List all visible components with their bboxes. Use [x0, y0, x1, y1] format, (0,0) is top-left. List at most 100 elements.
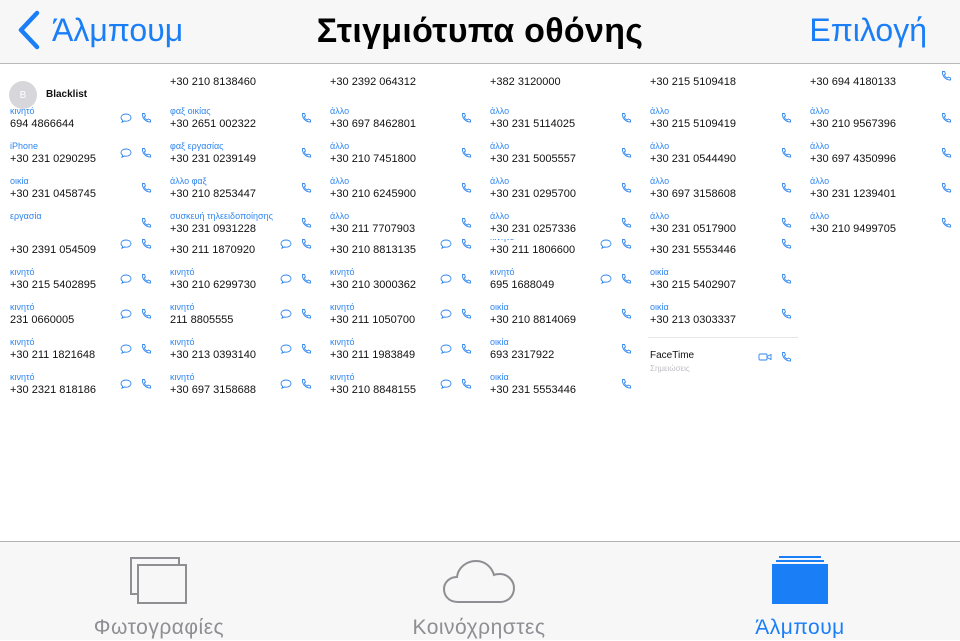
- phone-row[interactable]: κινητό 211 8805555: [168, 297, 316, 332]
- message-icon[interactable]: [440, 343, 452, 355]
- phone-row[interactable]: +30 2392 064312: [328, 65, 476, 94]
- phone-icon[interactable]: [620, 343, 632, 355]
- screenshot-thumbnail[interactable]: +30 694 4180133 άλλο +30 210 9567396 άλλο +3…: [800, 65, 960, 265]
- screenshot-thumbnail[interactable]: κινητό +30 211 1806600 κινητό 695 1688049 οι…: [480, 239, 640, 540]
- phone-row[interactable]: άλλο +30 211 7707903: [328, 206, 476, 239]
- phone-row[interactable]: κινητό 695 1688049: [488, 262, 636, 297]
- phone-icon[interactable]: [140, 112, 152, 124]
- phone-icon[interactable]: [140, 273, 152, 285]
- message-icon[interactable]: [120, 239, 132, 250]
- phone-row[interactable]: κινητό +30 211 1821648: [8, 332, 156, 367]
- phone-icon[interactable]: [460, 239, 472, 250]
- tab-albums[interactable]: Άλμπουμ: [700, 542, 900, 641]
- phone-icon[interactable]: [460, 273, 472, 285]
- phone-icon[interactable]: [300, 273, 312, 285]
- screenshot-thumbnail[interactable]: +30 210 8138460 φαξ οικίας +30 2651 002322…: [160, 65, 320, 239]
- phone-row[interactable]: άλλο +30 231 1239401: [808, 171, 956, 206]
- screenshot-thumbnail[interactable]: +30 231 5553446 οικία +30 215 5402907 οικία…: [640, 239, 800, 540]
- phone-icon[interactable]: [140, 308, 152, 320]
- message-icon[interactable]: [120, 378, 132, 390]
- phone-icon[interactable]: [300, 343, 312, 355]
- screenshot-thumbnail-column[interactable]: B Blacklist κινητό 694 4866644 iPhone +30 231…: [0, 65, 160, 540]
- message-icon[interactable]: [280, 378, 292, 390]
- phone-icon[interactable]: [780, 308, 792, 320]
- phone-row[interactable]: άλλο φαξ +30 210 8253447: [168, 171, 316, 206]
- phone-icon[interactable]: [780, 147, 792, 159]
- phone-row[interactable]: κινητό +30 211 1983849: [328, 332, 476, 367]
- phone-row[interactable]: άλλο +30 210 7451800: [328, 136, 476, 171]
- phone-icon[interactable]: [780, 217, 792, 229]
- message-icon[interactable]: [120, 343, 132, 355]
- message-icon[interactable]: [280, 343, 292, 355]
- phone-icon[interactable]: [620, 182, 632, 194]
- phone-icon[interactable]: [940, 182, 952, 194]
- phone-row[interactable]: +30 211 1870920: [168, 239, 316, 262]
- phone-icon[interactable]: [300, 147, 312, 159]
- message-icon[interactable]: [600, 239, 612, 250]
- message-icon[interactable]: [440, 378, 452, 390]
- phone-row[interactable]: +382 3120000: [488, 65, 636, 94]
- phone-row[interactable]: κινητό +30 2321 818186: [8, 367, 156, 402]
- phone-row[interactable]: +30 694 4180133: [808, 65, 956, 94]
- phone-row[interactable]: άλλο +30 231 0295700: [488, 171, 636, 206]
- phone-icon[interactable]: [620, 273, 632, 285]
- phone-icon[interactable]: [620, 112, 632, 124]
- phone-row[interactable]: άλλο +30 231 0517900: [648, 206, 796, 239]
- phone-icon[interactable]: [300, 308, 312, 320]
- phone-row[interactable]: οικία +30 213 0303337: [648, 297, 796, 332]
- phone-row[interactable]: +30 210 8138460: [168, 65, 316, 94]
- phone-row[interactable]: +30 210 8813135: [328, 239, 476, 262]
- screenshot-thumbnail[interactable]: +30 215 5109418 άλλο +30 215 5109419 άλλο +3…: [640, 65, 800, 239]
- phone-row[interactable]: άλλο +30 210 9499705: [808, 206, 956, 241]
- phone-icon[interactable]: [300, 378, 312, 390]
- phone-row[interactable]: κινητό 231 0660005: [8, 297, 156, 332]
- phone-row[interactable]: άλλο +30 231 0257336: [488, 206, 636, 239]
- message-icon[interactable]: [280, 308, 292, 320]
- phone-row[interactable]: άλλο +30 697 8462801: [328, 101, 476, 136]
- phone-icon[interactable]: [780, 239, 792, 250]
- phone-row[interactable]: οικία +30 231 5553446: [488, 367, 636, 402]
- message-icon[interactable]: [440, 308, 452, 320]
- phone-row[interactable]: εργασία: [8, 206, 156, 239]
- message-icon[interactable]: [120, 147, 132, 159]
- phone-row[interactable]: κινητό +30 211 1806600: [488, 239, 636, 262]
- phone-row[interactable]: οικία +30 210 8814069: [488, 297, 636, 332]
- phone-icon[interactable]: [620, 147, 632, 159]
- phone-icon[interactable]: [620, 308, 632, 320]
- phone-row[interactable]: άλλο +30 231 0544490: [648, 136, 796, 171]
- phone-icon[interactable]: [140, 343, 152, 355]
- phone-icon[interactable]: [460, 308, 472, 320]
- message-icon[interactable]: [440, 273, 452, 285]
- select-button[interactable]: Επιλογή: [809, 12, 927, 49]
- phone-row[interactable]: άλλο +30 215 5109419: [648, 101, 796, 136]
- phone-icon[interactable]: [620, 239, 632, 250]
- phone-row[interactable]: άλλο +30 210 6245900: [328, 171, 476, 206]
- screenshot-thumbnail[interactable]: +30 2391 054509 κινητό +30 215 5402895 κινη…: [0, 239, 160, 540]
- phone-icon[interactable]: [780, 182, 792, 194]
- screenshot-thumbnail-column[interactable]: +30 694 4180133 άλλο +30 210 9567396 άλλο +3…: [800, 65, 960, 540]
- screenshot-thumbnail[interactable]: +30 2392 064312 άλλο +30 697 8462801 άλλο +3…: [320, 65, 480, 239]
- phone-row[interactable]: κινητό +30 210 6299730: [168, 262, 316, 297]
- phone-row[interactable]: φαξ οικίας +30 2651 002322: [168, 101, 316, 136]
- message-icon[interactable]: [440, 239, 452, 250]
- phone-icon[interactable]: [300, 239, 312, 250]
- phone-icon[interactable]: [620, 378, 632, 390]
- phone-icon[interactable]: [460, 112, 472, 124]
- message-icon[interactable]: [280, 273, 292, 285]
- phone-row[interactable]: κινητό +30 697 3158688: [168, 367, 316, 402]
- phone-icon[interactable]: [620, 217, 632, 229]
- screenshot-thumbnail-column[interactable]: +30 215 5109418 άλλο +30 215 5109419 άλλο +3…: [640, 65, 800, 540]
- screenshot-thumbnail[interactable]: +30 211 1870920 κινητό +30 210 6299730 κινη…: [160, 239, 320, 540]
- phone-icon[interactable]: [140, 182, 152, 194]
- tab-photos[interactable]: Φωτογραφίες: [59, 542, 259, 641]
- phone-icon[interactable]: [460, 147, 472, 159]
- message-icon[interactable]: [120, 112, 132, 124]
- message-icon[interactable]: [120, 308, 132, 320]
- screenshot-thumbnail-column[interactable]: +30 2392 064312 άλλο +30 697 8462801 άλλο +3…: [320, 65, 480, 540]
- phone-icon[interactable]: [780, 273, 792, 285]
- phone-icon[interactable]: [300, 217, 312, 229]
- notes-row[interactable]: Σημειώσεις: [648, 361, 796, 396]
- phone-row[interactable]: iPhone +30 231 0290295: [8, 136, 156, 171]
- screenshot-thumbnail-column[interactable]: +382 3120000 άλλο +30 231 5114025 άλλο +30 2…: [480, 65, 640, 540]
- phone-icon[interactable]: [940, 217, 952, 229]
